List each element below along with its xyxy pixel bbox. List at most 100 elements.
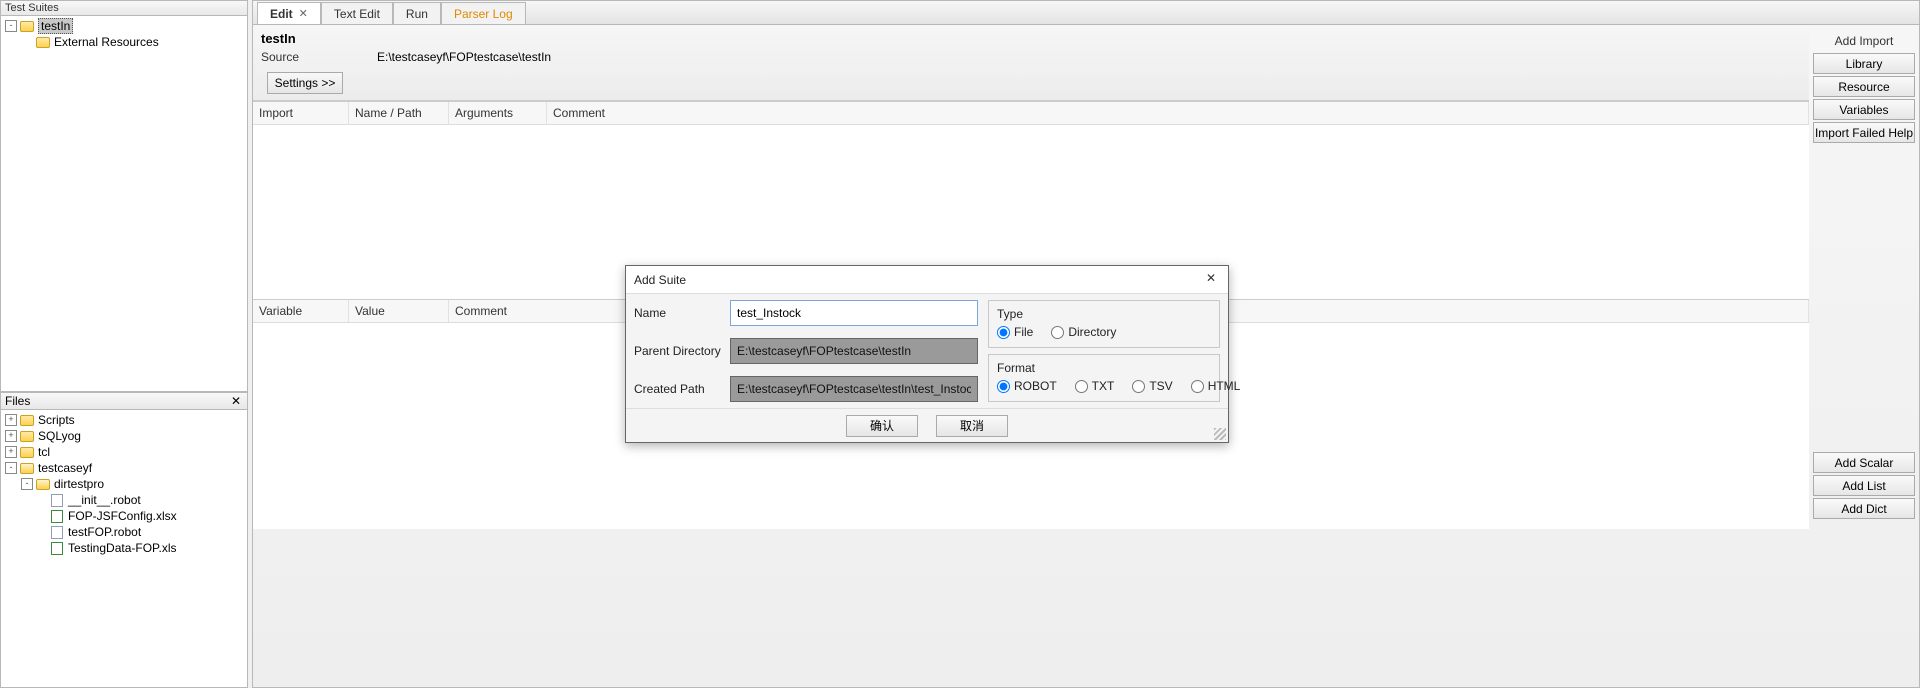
test-suites-title: Test Suites (0, 0, 248, 16)
editor-sidebar: Add Import Library Resource Variables Im… (1809, 25, 1919, 687)
collapse-icon[interactable]: - (5, 20, 17, 32)
folder-icon (20, 431, 34, 442)
format-robot-radio[interactable]: ROBOT (997, 379, 1057, 393)
add-dict-button[interactable]: Add Dict (1813, 498, 1915, 519)
format-tsv-radio[interactable]: TSV (1132, 379, 1172, 393)
tree-spacer (35, 494, 47, 506)
tree-item-label: External Resources (54, 35, 159, 49)
resize-grip-icon[interactable] (1214, 428, 1226, 440)
tree-item[interactable]: -testIn (1, 18, 247, 34)
tree-item[interactable]: +Scripts (1, 412, 247, 428)
created-path-input (730, 376, 978, 402)
tree-spacer (35, 526, 47, 538)
col-name-path: Name / Path (349, 102, 449, 124)
dialog-titlebar[interactable]: Add Suite ✕ (626, 266, 1228, 294)
xls-icon (51, 510, 63, 523)
folder-icon (20, 21, 34, 32)
format-html-radio[interactable]: HTML (1191, 379, 1241, 393)
tree-item-label: testFOP.robot (68, 525, 141, 539)
cancel-button[interactable]: 取消 (936, 415, 1008, 437)
tab-close-icon[interactable]: ✕ (299, 7, 308, 20)
tree-spacer (21, 36, 33, 48)
ok-button[interactable]: 确认 (846, 415, 918, 437)
type-label: Type (997, 307, 1211, 321)
folder-o-icon (36, 479, 50, 490)
files-title: Files (5, 394, 30, 408)
files-panel-header: Files ✕ (0, 392, 248, 410)
tree-spacer (35, 542, 47, 554)
test-suites-tree[interactable]: -testInExternal Resources (0, 16, 248, 392)
add-suite-dialog: Add Suite ✕ Name Parent Directory Create… (625, 265, 1229, 443)
editor-tabs: Edit ✕ Text Edit Run Parser Log (252, 0, 1920, 25)
add-list-button[interactable]: Add List (1813, 475, 1915, 496)
tab-label: Run (406, 7, 428, 21)
expand-icon[interactable]: + (5, 430, 17, 442)
created-path-label: Created Path (634, 382, 730, 396)
tree-item[interactable]: + SQLyog (1, 428, 247, 444)
tab-text-edit[interactable]: Text Edit (321, 2, 393, 24)
add-import-label: Add Import (1813, 31, 1915, 51)
settings-button[interactable]: Settings >> (267, 72, 343, 94)
folder-icon (36, 37, 50, 48)
tree-item[interactable]: FOP-JSFConfig.xlsx (1, 508, 247, 524)
tree-item-label: tcl (38, 445, 50, 459)
dialog-close-icon[interactable]: ✕ (1202, 271, 1220, 289)
tree-item[interactable]: testFOP.robot (1, 524, 247, 540)
name-input[interactable] (730, 300, 978, 326)
files-close-icon[interactable]: ✕ (229, 394, 243, 408)
col-import: Import (253, 102, 349, 124)
source-label: Source (261, 50, 377, 64)
tab-run[interactable]: Run (393, 2, 441, 24)
suite-header: testIn Source E:\testcaseyf\FOPtestcase\… (253, 25, 1809, 101)
format-txt-radio[interactable]: TXT (1075, 379, 1115, 393)
dialog-title: Add Suite (634, 273, 686, 287)
col-comment: Comment (547, 102, 1809, 124)
format-label: Format (997, 361, 1211, 375)
files-tree[interactable]: +Scripts+SQLyog+tcl-testcaseyf-dirtestpr… (0, 410, 248, 688)
folder-icon (20, 447, 34, 458)
tree-item[interactable]: External Resources (1, 34, 247, 50)
dialog-form: Name Parent Directory Created Path (634, 300, 978, 402)
tree-item-label: FOP-JSFConfig.xlsx (68, 509, 177, 523)
tree-item[interactable]: __init__.robot (1, 492, 247, 508)
name-label: Name (634, 306, 730, 320)
file-icon (51, 494, 63, 507)
folder-o-icon (20, 463, 34, 474)
type-fieldset: Type File Directory (988, 300, 1220, 348)
col-variable: Variable (253, 300, 349, 322)
file-icon (51, 526, 63, 539)
tree-item-label: SQLyog (38, 429, 81, 443)
add-scalar-button[interactable]: Add Scalar (1813, 452, 1915, 473)
source-value: E:\testcaseyf\FOPtestcase\testIn (377, 50, 551, 64)
suite-title: testIn (261, 31, 1801, 46)
tree-item[interactable]: TestingData-FOP.xls (1, 540, 247, 556)
resource-button[interactable]: Resource (1813, 76, 1915, 97)
tab-label: Text Edit (334, 7, 380, 21)
left-column: Test Suites -testInExternal Resources Fi… (0, 0, 248, 688)
library-button[interactable]: Library (1813, 53, 1915, 74)
variables-button[interactable]: Variables (1813, 99, 1915, 120)
tree-item[interactable]: -testcaseyf (1, 460, 247, 476)
col-arguments: Arguments (449, 102, 547, 124)
expand-icon[interactable]: + (5, 446, 17, 458)
tab-label: Parser Log (454, 7, 513, 21)
tab-label: Edit (270, 7, 293, 21)
tab-edit[interactable]: Edit ✕ (257, 2, 321, 24)
expand-icon[interactable]: + (5, 414, 17, 426)
tree-item-label: TestingData-FOP.xls (68, 541, 177, 555)
tree-item-label: dirtestpro (54, 477, 104, 491)
col-value: Value (349, 300, 449, 322)
tree-item[interactable]: + tcl (1, 444, 247, 460)
folder-icon (20, 415, 34, 426)
tree-spacer (35, 510, 47, 522)
tree-item[interactable]: - dirtestpro (1, 476, 247, 492)
parent-directory-label: Parent Directory (634, 344, 730, 358)
tab-parser-log[interactable]: Parser Log (441, 2, 526, 24)
xls-icon (51, 542, 63, 555)
tree-item-label: __init__.robot (68, 493, 141, 507)
type-file-radio[interactable]: File (997, 325, 1033, 339)
type-directory-radio[interactable]: Directory (1051, 325, 1116, 339)
import-failed-help-button[interactable]: Import Failed Help (1813, 122, 1915, 143)
collapse-icon[interactable]: - (5, 462, 17, 474)
collapse-icon[interactable]: - (21, 478, 33, 490)
